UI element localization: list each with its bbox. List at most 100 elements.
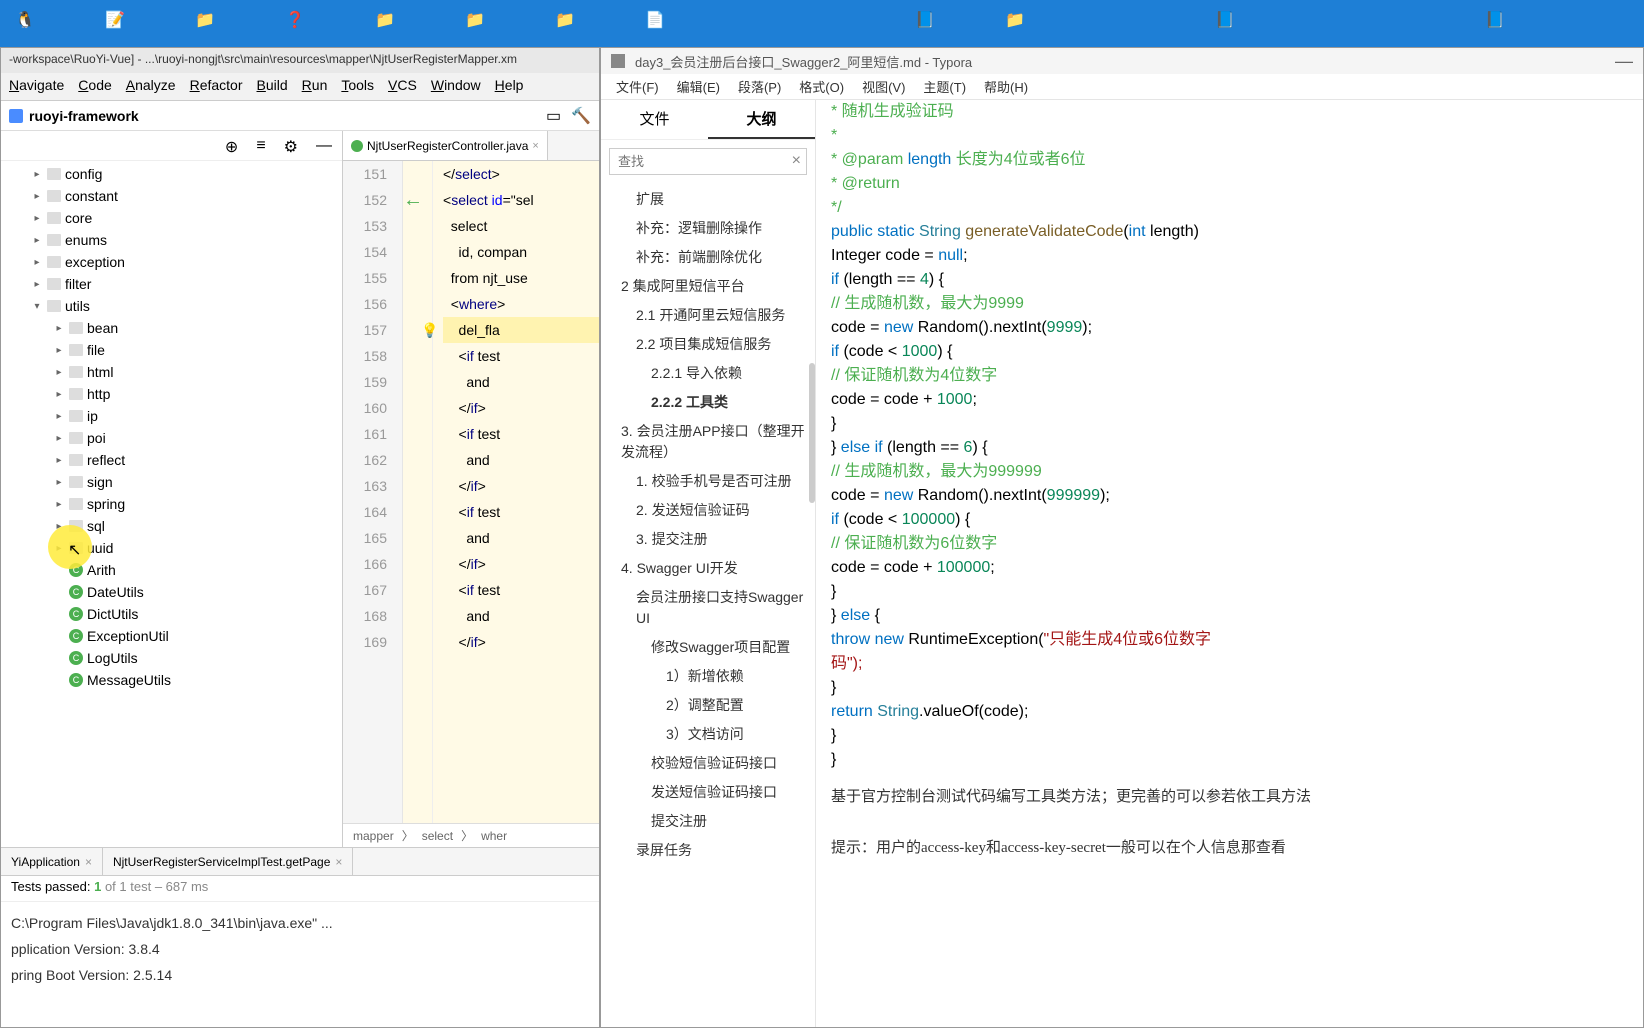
- tree-item[interactable]: ▸constant: [1, 185, 342, 207]
- tab-label: NjtUserRegisterController.java: [367, 139, 528, 153]
- taskbar-icon-folder[interactable]: 📁: [365, 0, 405, 40]
- tree-item[interactable]: ▸file: [1, 339, 342, 361]
- outline-item[interactable]: 2.1 开通阿里云短信服务: [601, 301, 815, 330]
- taskbar-icon-doc[interactable]: 📄: [635, 0, 675, 40]
- target-icon[interactable]: ⊕: [225, 137, 238, 154]
- back-arrow-icon[interactable]: ←: [403, 187, 423, 213]
- bulb-icon[interactable]: 💡: [421, 317, 438, 343]
- outline-item[interactable]: 3. 提交注册: [601, 525, 815, 554]
- tree-item[interactable]: ▸http: [1, 383, 342, 405]
- tree-item[interactable]: CExceptionUtil: [1, 625, 342, 647]
- outline-item[interactable]: 修改Swagger项目配置: [601, 633, 815, 662]
- menu-build[interactable]: Build: [257, 77, 288, 96]
- tree-item[interactable]: CMessageUtils: [1, 669, 342, 691]
- hide-icon[interactable]: —: [316, 137, 332, 154]
- tree-item[interactable]: ▸reflect: [1, 449, 342, 471]
- close-icon[interactable]: ×: [792, 152, 801, 170]
- tree-item[interactable]: CLogUtils: [1, 647, 342, 669]
- menu-help[interactable]: Help: [495, 77, 524, 96]
- close-icon[interactable]: ×: [335, 855, 342, 869]
- taskbar-icon-qq[interactable]: 🐧: [5, 0, 45, 40]
- menu-navigate[interactable]: Navigate: [9, 77, 64, 96]
- tab-file[interactable]: 文件: [601, 100, 708, 139]
- scrollbar[interactable]: [809, 363, 815, 503]
- taskbar-icon-folder[interactable]: 📁: [455, 0, 495, 40]
- editor-tab[interactable]: NjtUserRegisterController.java ×: [343, 131, 548, 160]
- tree-item[interactable]: ▸poi: [1, 427, 342, 449]
- tree-item[interactable]: CArith: [1, 559, 342, 581]
- outline-item[interactable]: 2. 发送短信验证码: [601, 496, 815, 525]
- outline-item[interactable]: 3）文档访问: [601, 720, 815, 749]
- menu-file[interactable]: 文件(F): [616, 77, 659, 96]
- menu-edit[interactable]: 编辑(E): [677, 77, 720, 96]
- outline-item[interactable]: 3. 会员注册APP接口（整理开发流程）: [601, 417, 815, 467]
- taskbar-icon-folder[interactable]: 📁: [545, 0, 585, 40]
- taskbar-icon-doc[interactable]: 📘: [1205, 0, 1245, 40]
- run-tab[interactable]: YiApplication ×: [1, 848, 103, 875]
- menu-run[interactable]: Run: [302, 77, 328, 96]
- settings-icon[interactable]: ⚙: [284, 137, 298, 154]
- outline-item[interactable]: 校验短信验证码接口: [601, 749, 815, 778]
- search-input[interactable]: [609, 148, 807, 175]
- taskbar-icon-folder[interactable]: 📁: [185, 0, 225, 40]
- run-tab[interactable]: NjtUserRegisterServiceImplTest.getPage ×: [103, 848, 353, 875]
- outline-item[interactable]: 2.2 项目集成短信服务: [601, 330, 815, 359]
- code-content[interactable]: ← 💡 </select><select id="sel select id, …: [433, 161, 599, 823]
- tab-outline[interactable]: 大纲: [708, 100, 815, 139]
- menu-analyze[interactable]: Analyze: [126, 77, 176, 96]
- tree-item[interactable]: ▸sign: [1, 471, 342, 493]
- close-icon[interactable]: ×: [85, 855, 92, 869]
- taskbar-icon-doc[interactable]: 📘: [905, 0, 945, 40]
- outline-item[interactable]: 1）新增依赖: [601, 662, 815, 691]
- tree-item[interactable]: ▾utils: [1, 295, 342, 317]
- taskbar-icon-notepad[interactable]: 📝: [95, 0, 135, 40]
- content-panel[interactable]: * 随机生成验证码 * * @param length 长度为4位或者6位 * …: [816, 100, 1643, 1027]
- tree-item[interactable]: ▸bean: [1, 317, 342, 339]
- tree-item[interactable]: CDateUtils: [1, 581, 342, 603]
- outline-item[interactable]: 2）调整配置: [601, 691, 815, 720]
- outline-item[interactable]: 2 集成阿里短信平台: [601, 272, 815, 301]
- minimize-icon[interactable]: —: [1615, 51, 1633, 72]
- tree-item[interactable]: CDictUtils: [1, 603, 342, 625]
- tree-item[interactable]: ▸ip: [1, 405, 342, 427]
- taskbar-icon-doc[interactable]: 📘: [1475, 0, 1515, 40]
- outline-item[interactable]: 扩展: [601, 185, 815, 214]
- tree-item[interactable]: ▸exception: [1, 251, 342, 273]
- build-icon[interactable]: 🔨: [571, 106, 591, 126]
- outline-item[interactable]: 2.2.2 工具类: [601, 388, 815, 417]
- project-tree: ⊕ ≡ ⚙ — ▸config▸constant▸core▸enums▸exce…: [1, 131, 343, 847]
- tree-item[interactable]: ▸html: [1, 361, 342, 383]
- collapse-icon[interactable]: ≡: [256, 137, 265, 154]
- crumb[interactable]: select: [422, 829, 453, 843]
- tree-item[interactable]: ▸enums: [1, 229, 342, 251]
- tree-item[interactable]: ▸filter: [1, 273, 342, 295]
- outline-item[interactable]: 补充：逻辑删除操作: [601, 214, 815, 243]
- menu-refactor[interactable]: Refactor: [190, 77, 243, 96]
- header-icon[interactable]: ▭: [546, 106, 561, 126]
- menu-window[interactable]: Window: [431, 77, 481, 96]
- outline-item[interactable]: 补充：前端删除优化: [601, 243, 815, 272]
- menu-format[interactable]: 格式(O): [799, 77, 844, 96]
- menu-vcs[interactable]: VCS: [388, 77, 417, 96]
- outline-item[interactable]: 录屏任务: [601, 836, 815, 865]
- menu-theme[interactable]: 主题(T): [923, 77, 966, 96]
- tree-item[interactable]: ▸spring: [1, 493, 342, 515]
- outline-item[interactable]: 2.2.1 导入依赖: [601, 359, 815, 388]
- outline-item[interactable]: 4. Swagger UI开发: [601, 554, 815, 583]
- outline-item[interactable]: 会员注册接口支持Swagger UI: [601, 583, 815, 633]
- menu-paragraph[interactable]: 段落(P): [738, 77, 781, 96]
- menu-view[interactable]: 视图(V): [862, 77, 905, 96]
- crumb[interactable]: wher: [481, 829, 507, 843]
- outline-item[interactable]: 发送短信验证码接口: [601, 778, 815, 807]
- menu-code[interactable]: Code: [78, 77, 111, 96]
- tree-item[interactable]: ▸config: [1, 163, 342, 185]
- outline-item[interactable]: 1. 校验手机号是否可注册: [601, 467, 815, 496]
- menu-tools[interactable]: Tools: [341, 77, 374, 96]
- tree-item[interactable]: ▸core: [1, 207, 342, 229]
- taskbar-icon-folder[interactable]: 📁: [995, 0, 1035, 40]
- close-icon[interactable]: ×: [532, 140, 538, 152]
- crumb[interactable]: mapper: [353, 829, 394, 843]
- outline-item[interactable]: 提交注册: [601, 807, 815, 836]
- taskbar-icon-help[interactable]: ❓: [275, 0, 315, 40]
- menu-help[interactable]: 帮助(H): [984, 77, 1028, 96]
